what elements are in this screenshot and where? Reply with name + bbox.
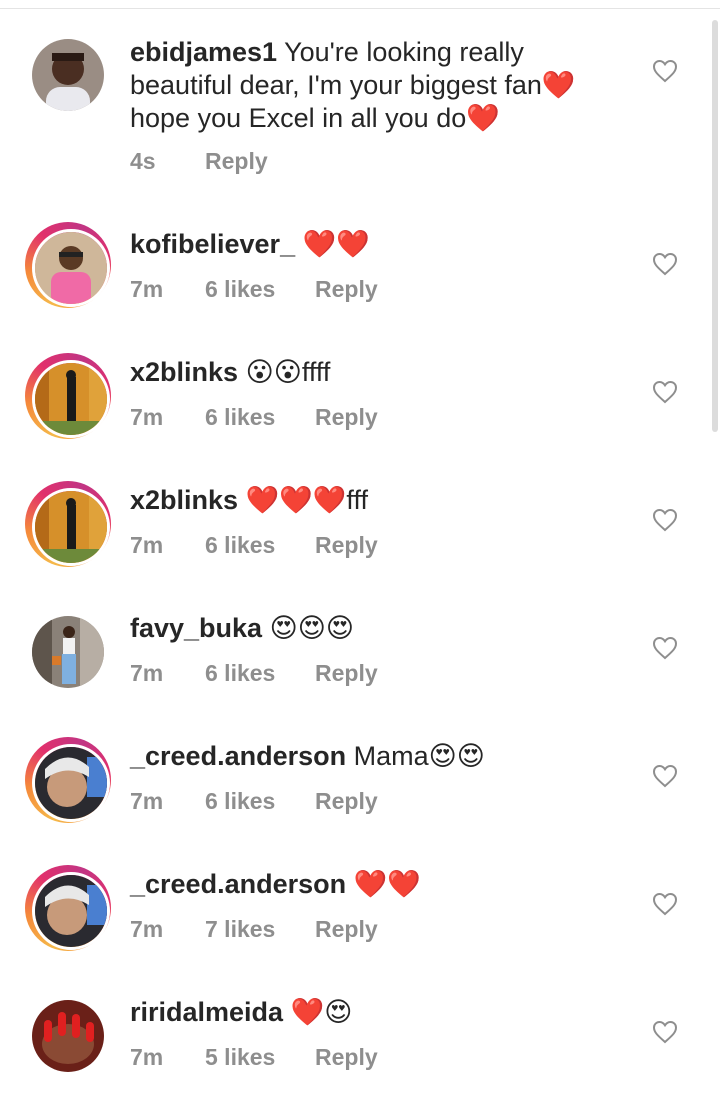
comment-username[interactable]: kofibeliever_ [130,229,295,259]
avatar[interactable] [25,481,111,567]
comment-text: ebidjames1 You're looking really beautif… [130,36,600,135]
comment-body: ❤️❤️❤️fff [245,485,368,515]
comment-body: Mama😍😍 [353,741,485,771]
like-heart-icon[interactable] [652,892,678,916]
like-heart-icon[interactable] [652,252,678,276]
comment-time: 7m [130,532,164,558]
comment-meta: 7m 5 likes Reply [130,1044,378,1071]
like-heart-icon[interactable] [652,59,678,83]
comment-text: _creed.anderson ❤️❤️ [130,868,600,901]
reply-button[interactable]: Reply [205,148,268,175]
comment-time: 7m [130,1044,164,1070]
avatar[interactable] [25,993,111,1079]
avatar[interactable] [25,222,111,308]
comment-time: 7m [130,916,164,942]
comment-username[interactable]: favy_buka [130,613,262,643]
comment-time: 7m [130,276,164,302]
comment-text: riridalmeida ❤️😍 [130,996,600,1029]
scrollbar[interactable] [712,20,718,432]
avatar[interactable] [25,609,111,695]
comment-meta: 7m 6 likes Reply [130,276,378,303]
comment-username[interactable]: riridalmeida [130,997,283,1027]
like-heart-icon[interactable] [652,636,678,660]
comment-likes[interactable]: 7 likes [205,916,315,943]
comment-meta: 4s Reply [130,148,268,175]
comment-body: ❤️😍 [290,997,353,1027]
comment-username[interactable]: ebidjames1 [130,37,277,67]
top-divider [0,0,720,9]
comment-username[interactable]: _creed.anderson [130,869,346,899]
comment-body: 😍😍😍 [269,613,355,643]
comment-likes[interactable]: 6 likes [205,532,315,559]
comment-text: kofibeliever_ ❤️❤️ [130,228,600,261]
avatar[interactable] [25,737,111,823]
comment-username[interactable]: x2blinks [130,485,238,515]
reply-button[interactable]: Reply [315,404,378,431]
avatar[interactable] [25,865,111,951]
comment-body: ❤️❤️ [353,869,421,899]
comment-body: 😮😮ffff [245,357,331,387]
avatar[interactable] [25,32,111,118]
comment-meta: 7m 6 likes Reply [130,660,378,687]
like-heart-icon[interactable] [652,380,678,404]
reply-button[interactable]: Reply [315,1044,378,1071]
comment-time: 7m [130,660,164,686]
comment-time: 7m [130,788,164,814]
reply-button[interactable]: Reply [315,788,378,815]
comment-likes[interactable]: 5 likes [205,1044,315,1071]
comment-likes[interactable]: 6 likes [205,404,315,431]
reply-button[interactable]: Reply [315,660,378,687]
comment-meta: 7m 6 likes Reply [130,532,378,559]
reply-button[interactable]: Reply [315,916,378,943]
comment-text: favy_buka 😍😍😍 [130,612,600,645]
comment-body: ❤️❤️ [302,229,370,259]
comment-likes[interactable]: 6 likes [205,788,315,815]
comment-text: _creed.anderson Mama😍😍 [130,740,600,773]
comment-text: x2blinks 😮😮ffff [130,356,600,389]
reply-button[interactable]: Reply [315,276,378,303]
like-heart-icon[interactable] [652,1020,678,1044]
comment-username[interactable]: x2blinks [130,357,238,387]
comment-text: x2blinks ❤️❤️❤️fff [130,484,600,517]
avatar[interactable] [25,353,111,439]
comment-likes[interactable]: 6 likes [205,660,315,687]
comment-meta: 7m 7 likes Reply [130,916,378,943]
like-heart-icon[interactable] [652,508,678,532]
like-heart-icon[interactable] [652,764,678,788]
reply-button[interactable]: Reply [315,532,378,559]
comment-likes[interactable]: 6 likes [205,276,315,303]
comment-meta: 7m 6 likes Reply [130,404,378,431]
comment-username[interactable]: _creed.anderson [130,741,346,771]
comment-time: 7m [130,404,164,430]
comment-meta: 7m 6 likes Reply [130,788,378,815]
comment-time: 4s [130,148,156,174]
